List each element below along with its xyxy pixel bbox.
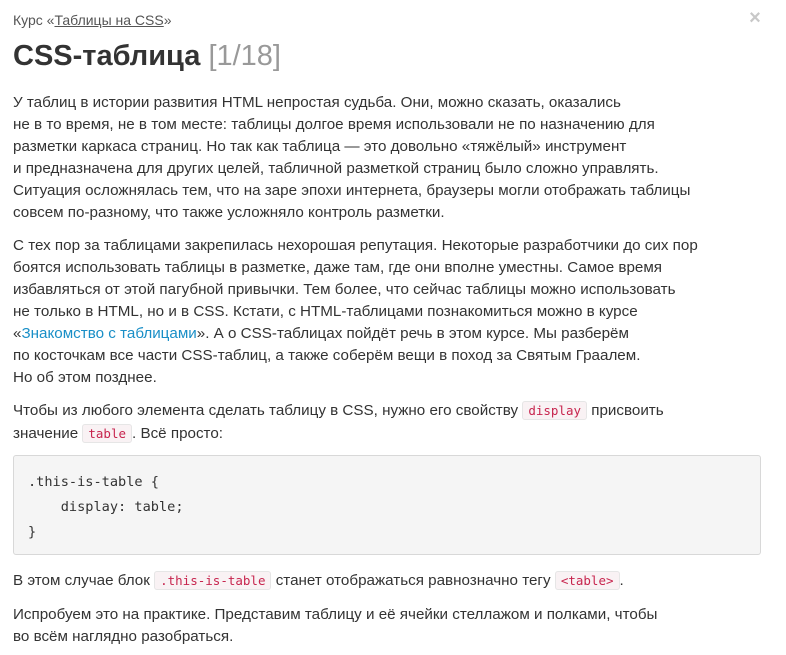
link-suffix: ». А о CSS-таблицах пойдёт речь в этом к… — [196, 325, 629, 342]
text-line: разметки каркаса страниц. Но так как таб… — [13, 138, 627, 155]
text-line: Ситуация осложнялась тем, что на заре эп… — [13, 182, 691, 199]
close-icon[interactable]: × — [747, 8, 763, 28]
text-line: значение table. Всё просто: — [13, 423, 664, 445]
code-block: .this-is-table { display: table;} — [13, 455, 761, 555]
text-line: Но об этом позднее. — [13, 369, 157, 386]
paragraph-equivalence: В этом случае блок .this-is-table станет… — [13, 570, 624, 592]
step-counter: [1/18] — [208, 40, 281, 72]
text-part: . Всё просто: — [132, 425, 224, 442]
code-line: display: table; — [28, 499, 184, 515]
text-line: избавляться от этой пагубной привычки. Т… — [13, 281, 676, 298]
inline-code-display: display — [522, 401, 587, 420]
text-part: . — [619, 572, 624, 589]
course-suffix: » — [163, 12, 172, 28]
paragraph-display-property: Чтобы из любого элемента сделать таблицу… — [13, 400, 664, 445]
text-line: совсем по-разному, что также усложняло к… — [13, 204, 445, 221]
paragraph-reputation: С тех пор за таблицами закрепилась нехор… — [13, 235, 698, 389]
text-line: боятся использовать таблицы в разметке, … — [13, 259, 663, 276]
paragraph-history: У таблиц в истории развития HTML непрост… — [13, 92, 690, 224]
text-line: У таблиц в истории развития HTML непрост… — [13, 94, 621, 111]
text-part: В этом случае блок — [13, 572, 150, 589]
text-line-with-link: «Знакомство с таблицами». А о CSS-таблиц… — [13, 323, 698, 345]
text-part: значение — [13, 425, 79, 442]
course-link[interactable]: Таблицы на CSS — [54, 12, 163, 28]
text-line: В этом случае блок .this-is-table станет… — [13, 570, 624, 592]
course-prefix: Курс « — [13, 12, 55, 28]
text-part: Чтобы из любого элемента сделать таблицу… — [13, 402, 519, 419]
course-breadcrumb: Курс «Таблицы на CSS» — [13, 10, 172, 30]
page-title: CSS-таблица [1/18] — [13, 38, 281, 74]
text-line: Испробуем это на практике. Представим та… — [13, 606, 658, 623]
text-part: присвоить — [591, 402, 664, 419]
text-part: станет отображаться равнозначно тегу — [275, 572, 551, 589]
code-line: .this-is-table { — [28, 474, 159, 490]
tables-intro-course-link[interactable]: Знакомство с таблицами — [21, 325, 196, 342]
text-line: С тех пор за таблицами закрепилась нехор… — [13, 237, 698, 254]
text-line: не в то время, не в том месте: таблицы д… — [13, 116, 655, 133]
text-line: и предназначена для других целей, таблич… — [13, 160, 659, 177]
text-line: Чтобы из любого элемента сделать таблицу… — [13, 400, 664, 422]
code-line: } — [28, 524, 37, 540]
paragraph-practice: Испробуем это на практике. Представим та… — [13, 604, 657, 648]
inline-code-table: table — [82, 424, 133, 443]
page-title-text: CSS-таблица — [13, 40, 201, 72]
inline-code-class: .this-is-table — [154, 571, 272, 590]
inline-code-table-tag: <table> — [554, 571, 620, 590]
text-line: не только в HTML, но и в CSS. Кстати, с … — [13, 303, 638, 320]
text-line: во всём наглядно разобраться. — [13, 628, 234, 645]
text-line: по косточкам все части CSS-таблиц, а так… — [13, 347, 641, 364]
